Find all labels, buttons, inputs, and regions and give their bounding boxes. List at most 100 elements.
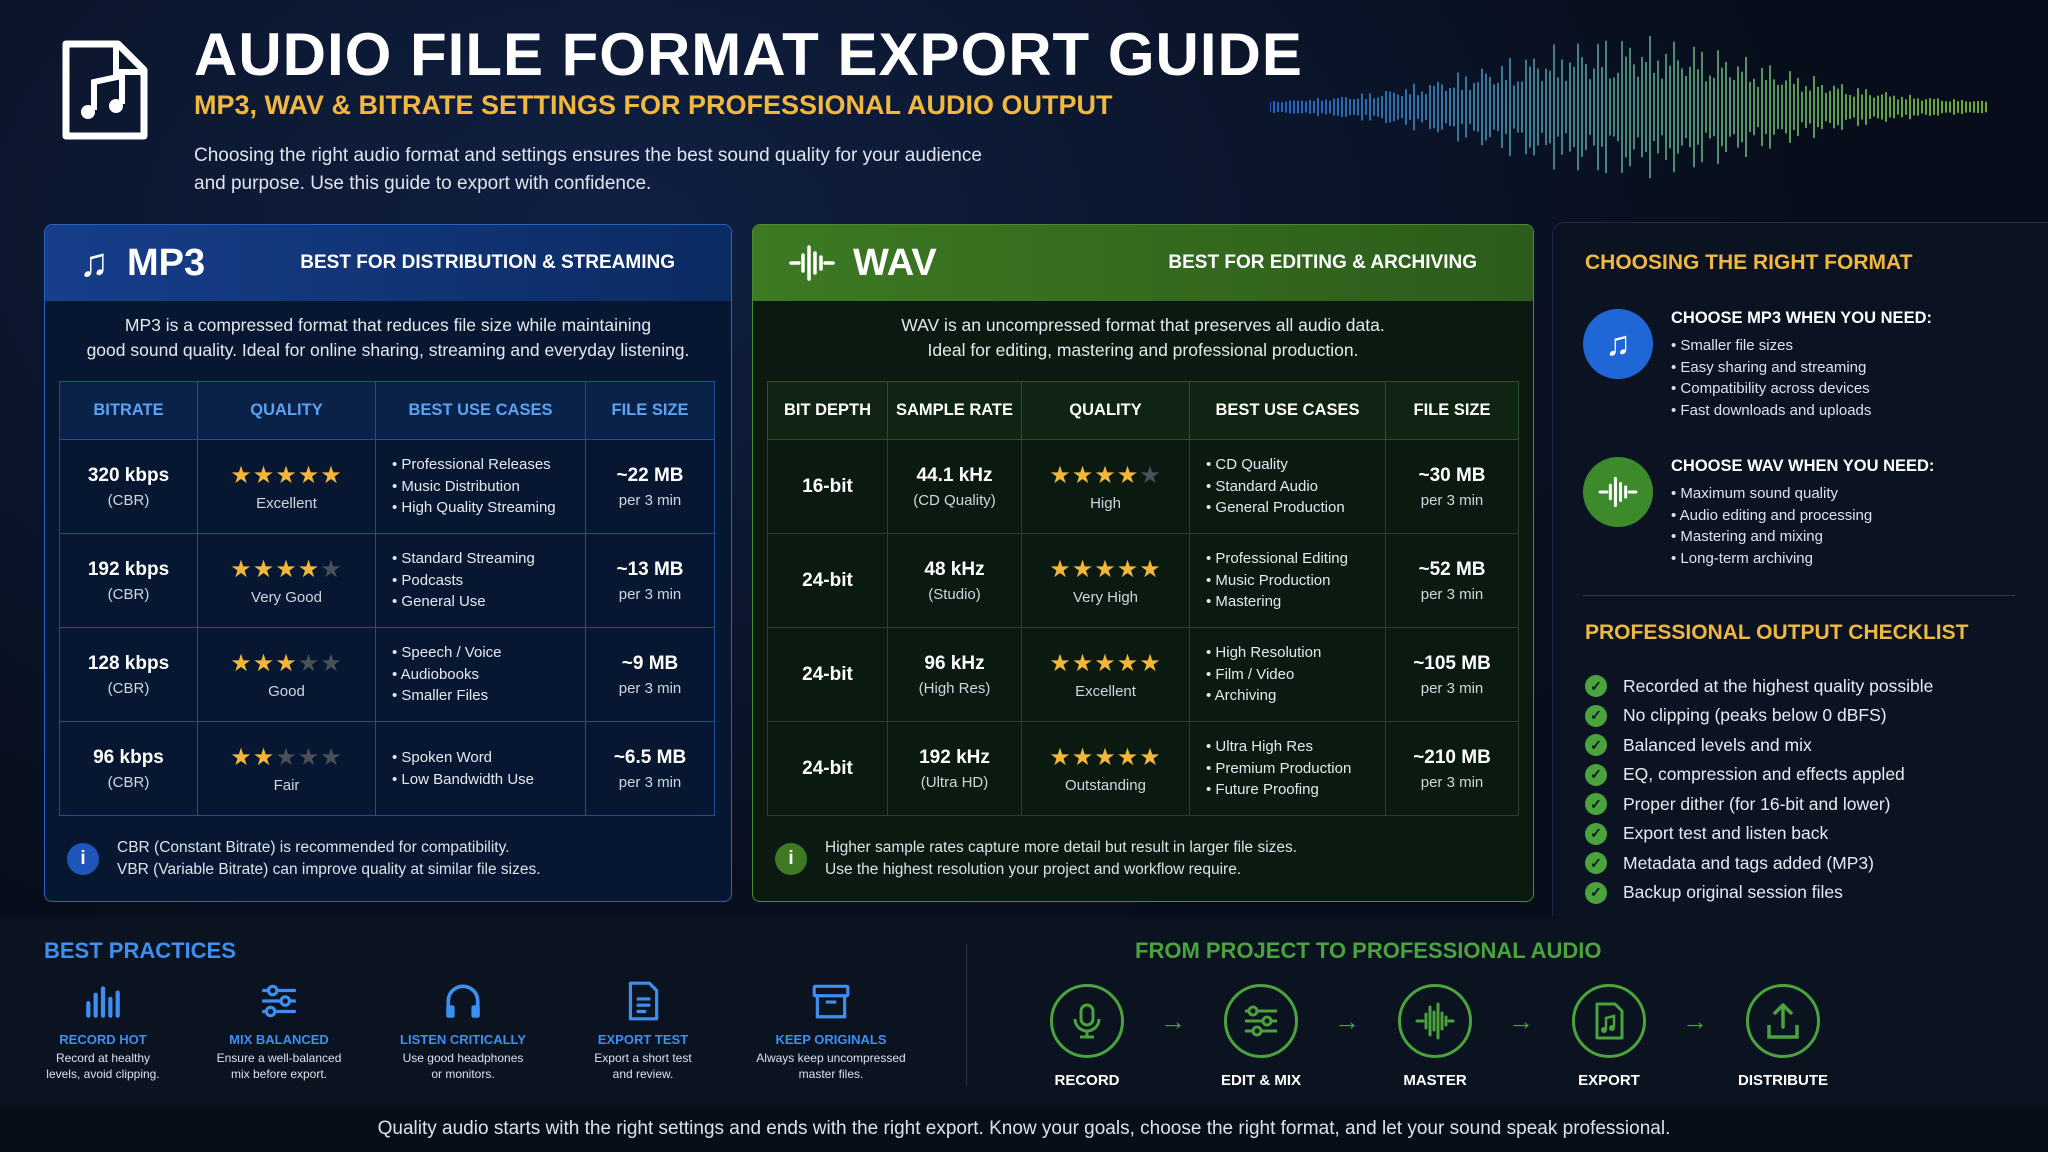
- checklist-label: Metadata and tags added (MP3): [1623, 852, 1874, 873]
- star-icon: ★: [1094, 556, 1117, 583]
- use-case-item: • Audiobooks: [392, 665, 479, 683]
- choosing-title: CHOOSING THE RIGHT FORMAT: [1585, 251, 1913, 274]
- archive-icon: [812, 984, 850, 1019]
- waveform-icon: [789, 245, 835, 281]
- star-icon: ★: [275, 462, 298, 489]
- star-icon: ★: [275, 650, 298, 677]
- check-icon: ✓: [1585, 881, 1607, 904]
- star-icon: ★: [1049, 462, 1072, 489]
- column-header: FILE SIZE: [585, 381, 715, 440]
- workflow-step: MASTER: [1380, 984, 1490, 1089]
- file-size-cell: ~6.5 MB per 3 min: [585, 721, 715, 816]
- step-circle: [1398, 984, 1472, 1058]
- use-case-item: • Film / Video: [1206, 665, 1295, 683]
- table-row: 320 kbps (CBR) ★★★★★ Excellent • Professiona…: [59, 439, 715, 534]
- mp3-table: BITRATE QUALITY BEST USE CASES FILE SIZE…: [59, 381, 715, 816]
- star-icon: ★: [1139, 744, 1162, 771]
- sample-rate-cell: 48 kHz (Studio): [887, 533, 1022, 628]
- waveform-icon: [1415, 1002, 1455, 1040]
- best-practices-title: BEST PRACTICES: [44, 938, 236, 963]
- desc-line: master files.: [798, 1067, 864, 1081]
- cell-value: 128 kbps: [87, 652, 170, 674]
- desc-line: Ensure a well-balanced: [216, 1051, 342, 1065]
- use-case-item: • Standard Audio: [1206, 477, 1319, 495]
- star-icon: ★: [1049, 650, 1072, 677]
- page-subtitle: MP3, WAV & BITRATE SETTINGS FOR PROFESSI…: [194, 90, 1113, 120]
- table-row: 24-bit 96 kHz (High Res) ★★★★★ Excellent • Hi…: [767, 627, 1519, 722]
- best-practice-item: MIX BALANCED Ensure a well-balanced mix be…: [184, 980, 374, 1082]
- note-line: Higher sample rates capture more detail …: [825, 839, 1298, 856]
- star-icon: ★: [1094, 744, 1117, 771]
- checklist-item: ✓ Balanced levels and mix: [1585, 734, 1812, 756]
- wav-panel: WAV BEST FOR EDITING & ARCHIVING WAV is …: [752, 224, 1534, 902]
- sample-rate-cell: 44.1 kHz (CD Quality): [887, 439, 1022, 534]
- choose-wav-list: Maximum sound qualityAudio editing and p…: [1671, 483, 1873, 570]
- use-case-item: • CD Quality: [1206, 456, 1288, 474]
- mp3-tagline: BEST FOR DISTRIBUTION & STREAMING: [300, 252, 675, 273]
- checklist-label: EQ, compression and effects appled: [1623, 764, 1905, 784]
- use-case-item: • Smaller Files: [392, 687, 489, 705]
- note-line: Use the highest resolution your project …: [825, 861, 1242, 878]
- cell-value: 16-bit: [802, 475, 853, 497]
- file-size-cell: ~105 MB per 3 min: [1385, 627, 1519, 722]
- step-circle: [1746, 984, 1820, 1058]
- star-icon: ★: [1139, 462, 1162, 489]
- desc-line: Record at healthy: [55, 1051, 151, 1065]
- page-title: AUDIO FILE FORMAT EXPORT GUIDE: [194, 21, 1303, 88]
- use-cases-cell: • Speech / Voice • Audiobooks • Smaller Fi…: [375, 627, 586, 722]
- list-item: Mastering and mixing: [1671, 526, 1872, 548]
- star-icon: ★: [252, 556, 276, 583]
- cell-value: 96 kbps: [93, 746, 164, 768]
- column-header: BITRATE: [59, 381, 198, 440]
- desc-line: or monitors.: [431, 1067, 495, 1081]
- mp3-panel: ♫ MP3 BEST FOR DISTRIBUTION & STREAMING …: [44, 224, 732, 902]
- star-icon: ★: [275, 744, 298, 771]
- mp3-description-line: MP3 is a compressed format that reduces …: [124, 315, 652, 335]
- bitrate-cell: 96 kbps (CBR): [59, 721, 198, 816]
- table-row: 128 kbps (CBR) ★★★★★ Good • Speech / Voice • …: [59, 627, 715, 722]
- list-item: Audio editing and processing: [1671, 505, 1873, 527]
- best-practice-desc: Always keep uncompressed master files.: [736, 1050, 926, 1082]
- quality-label: High: [1090, 495, 1121, 512]
- star-icon: ★: [252, 650, 276, 677]
- use-case-item: • Professional Editing: [1206, 550, 1348, 568]
- star-rating: ★★★★★: [198, 461, 375, 490]
- best-practice-title: RECORD HOT: [59, 1032, 147, 1047]
- cell-value: ~22 MB: [616, 464, 684, 486]
- cell-note: per 3 min: [1420, 585, 1484, 603]
- list-item: Long-term archiving: [1671, 548, 1872, 570]
- star-rating: ★★★★★: [198, 649, 375, 678]
- star-icon: ★: [1071, 556, 1095, 583]
- choose-mp3-list: Smaller file sizesEasy sharing and strea…: [1671, 335, 1871, 421]
- table-row: 96 kbps (CBR) ★★★★★ Fair • Spoken Word • Low …: [59, 721, 715, 816]
- star-icon: ★: [1116, 462, 1140, 489]
- cell-value: 44.1 kHz: [916, 464, 993, 486]
- star-icon: ★: [1071, 744, 1095, 771]
- quality-label: Very High: [1072, 589, 1139, 606]
- check-icon: ✓: [1585, 793, 1607, 815]
- column-header: BEST USE CASES: [375, 381, 586, 440]
- checklist-item: ✓ EQ, compression and effects appled: [1585, 763, 1905, 786]
- workflow-title: FROM PROJECT TO PROFESSIONAL AUDIO: [1135, 938, 1602, 963]
- star-icon: ★: [320, 556, 343, 583]
- sliders-icon: [262, 984, 296, 1018]
- wav-description: WAV is an uncompressed format that prese…: [773, 313, 1513, 363]
- mp3-description-line: good sound quality. Ideal for online sha…: [86, 340, 690, 360]
- use-case-item: • High Resolution: [1206, 644, 1322, 662]
- use-case-item: • Music Production: [1206, 571, 1331, 589]
- check-icon: ✓: [1585, 704, 1607, 727]
- music-note-icon: ♫: [1583, 309, 1653, 379]
- quality-cell: ★★★★★ Excellent: [197, 439, 376, 534]
- use-case-item: • Low Bandwidth Use: [392, 770, 534, 788]
- cell-value: 24-bit: [802, 757, 853, 779]
- best-practice-item: LISTEN CRITICALLY Use good headphones or m…: [368, 980, 558, 1082]
- cell-note: per 3 min: [1420, 679, 1484, 697]
- choose-wav-title: CHOOSE WAV WHEN YOU NEED:: [1671, 457, 1935, 475]
- table-row: 16-bit 44.1 kHz (CD Quality) ★★★★★ High • CD …: [767, 439, 1519, 534]
- desc-line: mix before export.: [230, 1067, 328, 1081]
- waveform-graphic: [1270, 35, 1987, 179]
- quality-label: Good: [268, 683, 305, 700]
- list-item: Compatibility across devices: [1671, 378, 1871, 400]
- star-icon: ★: [1139, 556, 1162, 583]
- checklist-label: Export test and listen back: [1623, 823, 1829, 843]
